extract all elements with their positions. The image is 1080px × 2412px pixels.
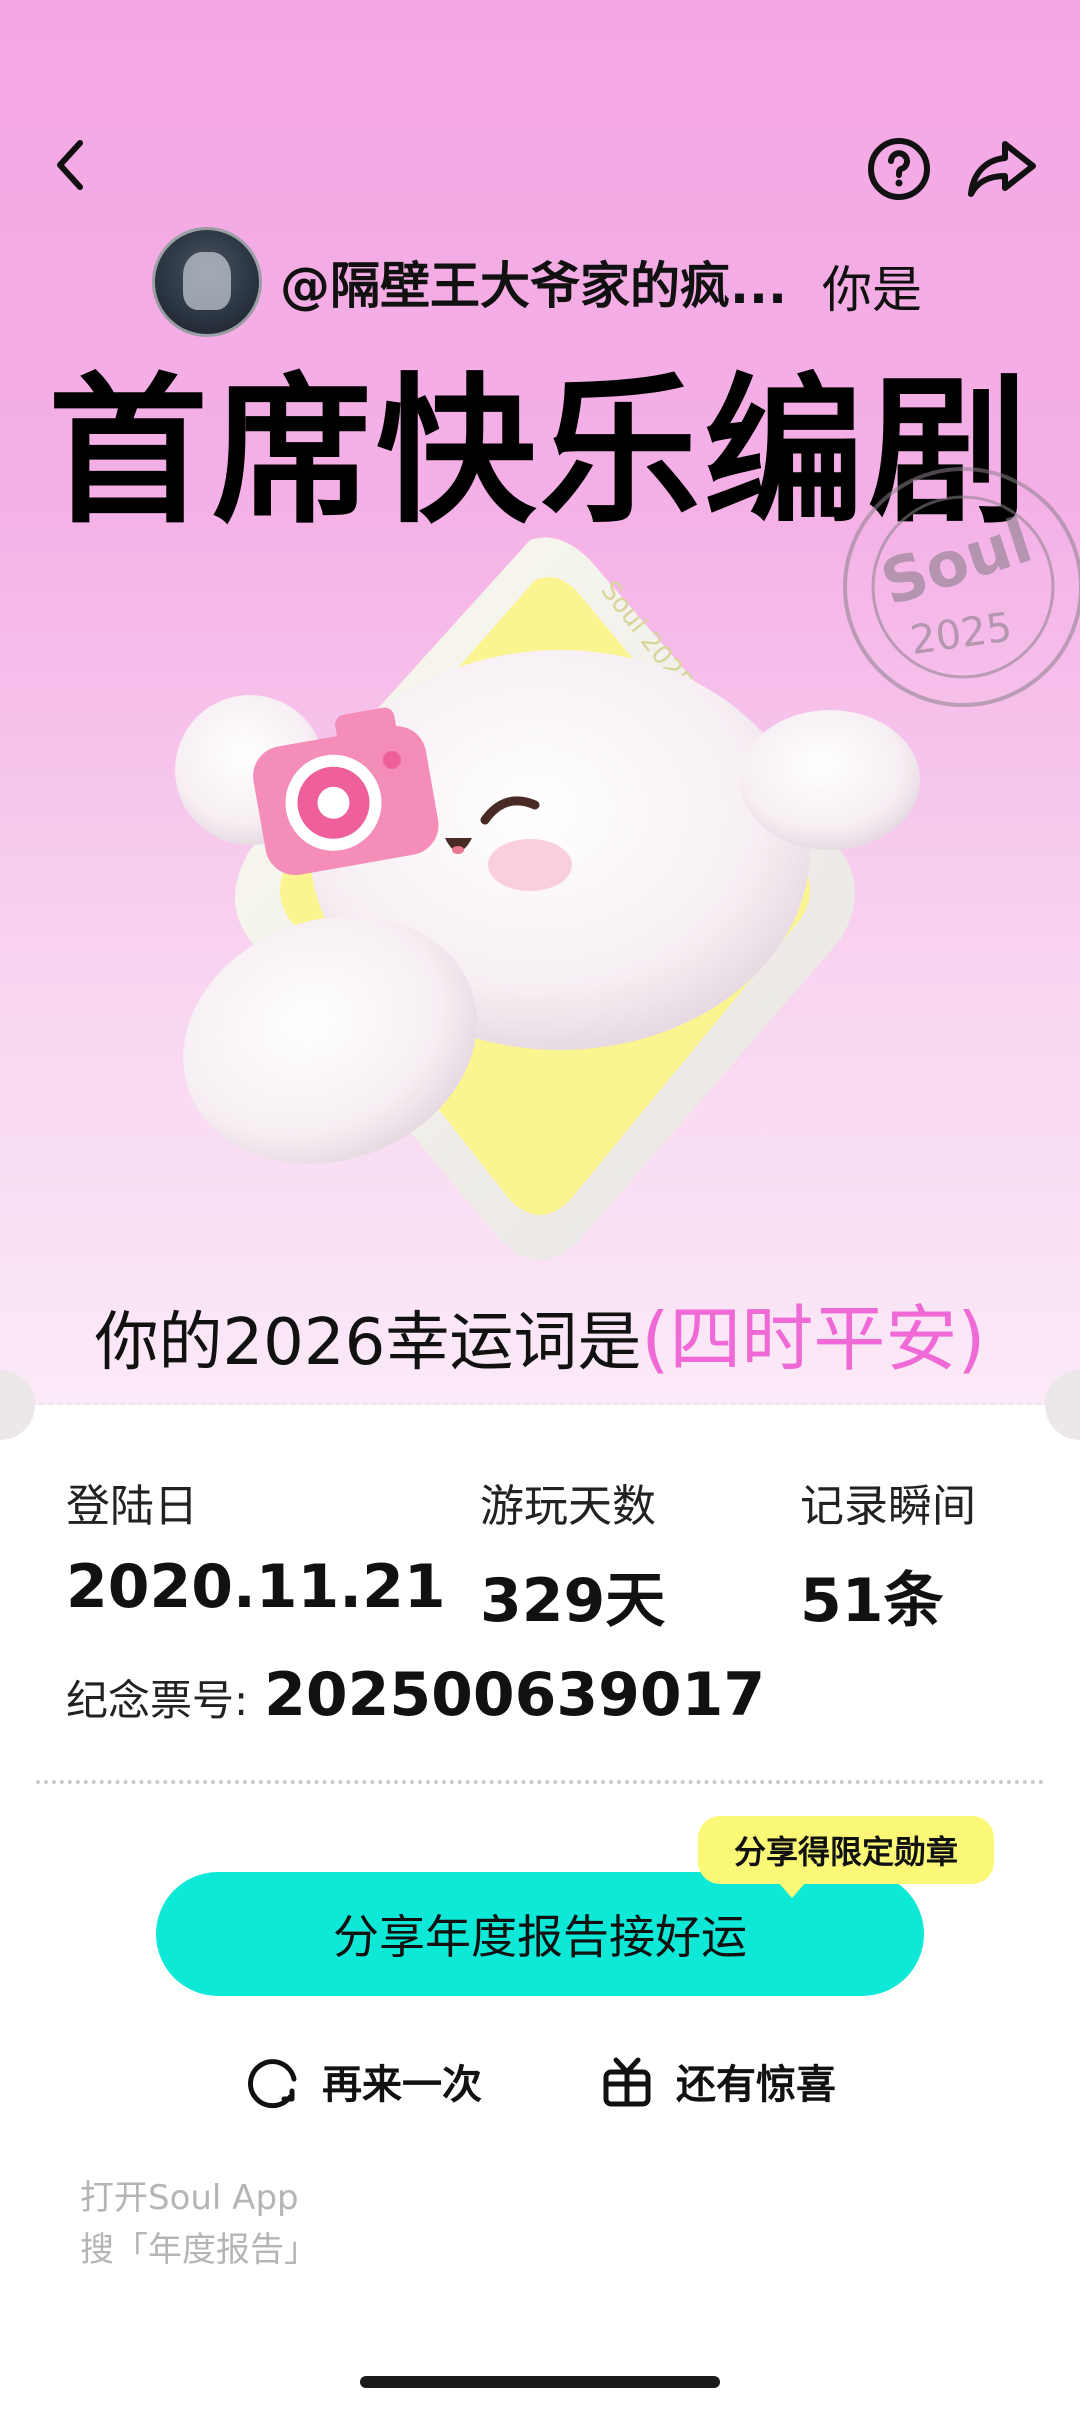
share-button-top[interactable] (962, 132, 1042, 206)
stat-value: 329天 (480, 1566, 666, 1636)
stat-label: 登陆日 (66, 1481, 198, 1532)
stat-moments: 记录瞬间 51条 (800, 1470, 976, 1639)
refresh-icon (248, 2059, 297, 2109)
share-report-button[interactable]: 分享年度报告接好运 (156, 1872, 924, 1996)
question-circle-icon (868, 138, 930, 200)
replay-button[interactable]: 再来一次 (246, 2052, 482, 2110)
avatar[interactable] (152, 227, 262, 337)
report-hero: @隔壁王大爷家的疯... 你是 首席快乐编剧 Soul 2025 Soul 20… (0, 0, 1080, 1405)
stat-value: 51条 (800, 1566, 944, 1636)
surprise-label: 还有惊喜 (676, 2062, 836, 2108)
share-reward-tooltip: 分享得限定勋章 (698, 1816, 994, 1898)
share-arrow-icon (968, 141, 1036, 197)
ticket-divider-top (30, 1402, 1050, 1405)
replay-label: 再来一次 (322, 2062, 482, 2108)
back-button[interactable] (40, 135, 100, 195)
lucky-word-prefix: 你的2026幸运词是 (94, 1306, 642, 1380)
user-row: @隔壁王大爷家的疯... (152, 227, 787, 337)
ticket-number-row: 纪念票号: 202500639017 (66, 1660, 765, 1730)
footer-line-2: 搜「年度报告」 (80, 2230, 318, 2270)
footer-line-1: 打开Soul App (80, 2178, 299, 2218)
surprise-button[interactable]: 还有惊喜 (598, 2052, 836, 2110)
mascot-illustration: Soul 2025 (175, 537, 920, 1260)
ticket-number: 202500639017 (264, 1660, 766, 1730)
ticket-divider-bottom (36, 1780, 1044, 1784)
home-indicator[interactable] (360, 2376, 720, 2388)
footer-hint: 打开Soul App 搜「年度报告」 (80, 2172, 318, 2276)
help-button[interactable] (862, 132, 936, 206)
chevron-left-icon (57, 140, 83, 190)
lucky-word: (四时平安) (641, 1297, 986, 1381)
ticket-number-label: 纪念票号: (66, 1676, 249, 1725)
you-are-label: 你是 (822, 261, 922, 319)
stat-value: 2020.11.21 (66, 1552, 446, 1622)
stat-login-date: 登陆日 2020.11.21 (66, 1470, 446, 1622)
lucky-word-line: 你的2026幸运词是(四时平安) (0, 1280, 1080, 1385)
gift-icon (603, 2057, 651, 2107)
stat-play-days: 游玩天数 329天 (480, 1470, 665, 1639)
stat-label: 记录瞬间 (800, 1481, 976, 1532)
stat-label: 游玩天数 (480, 1481, 656, 1532)
username: @隔壁王大爷家的疯... (280, 257, 787, 315)
